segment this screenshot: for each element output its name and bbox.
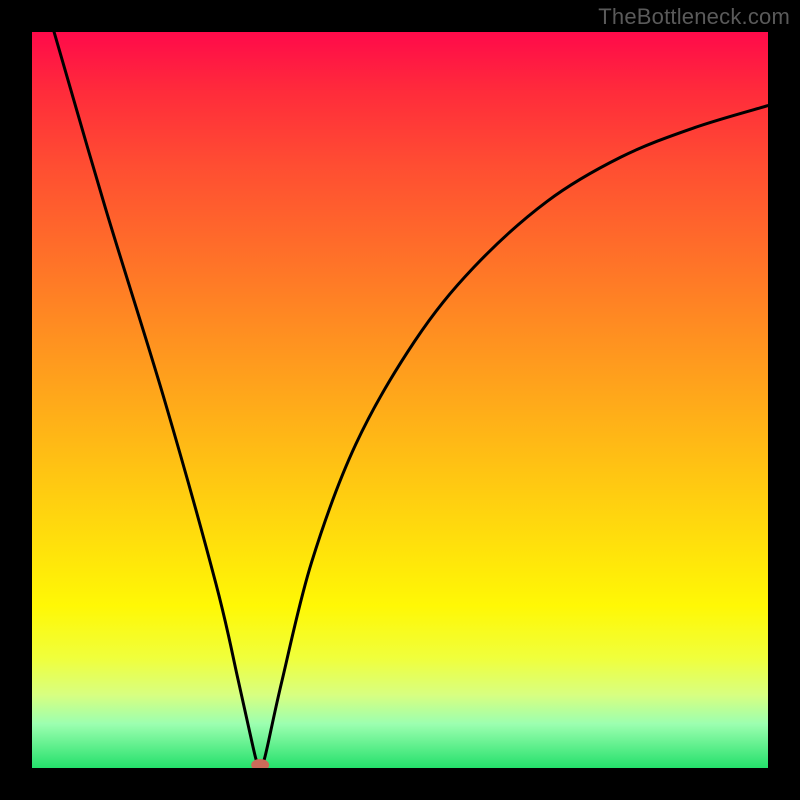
bottleneck-curve [54, 32, 768, 768]
chart-svg [32, 32, 768, 768]
plot-area [32, 32, 768, 768]
curve-group [54, 32, 768, 768]
optimal-marker [251, 759, 269, 768]
chart-frame: TheBottleneck.com [0, 0, 800, 800]
watermark-text: TheBottleneck.com [598, 4, 790, 30]
